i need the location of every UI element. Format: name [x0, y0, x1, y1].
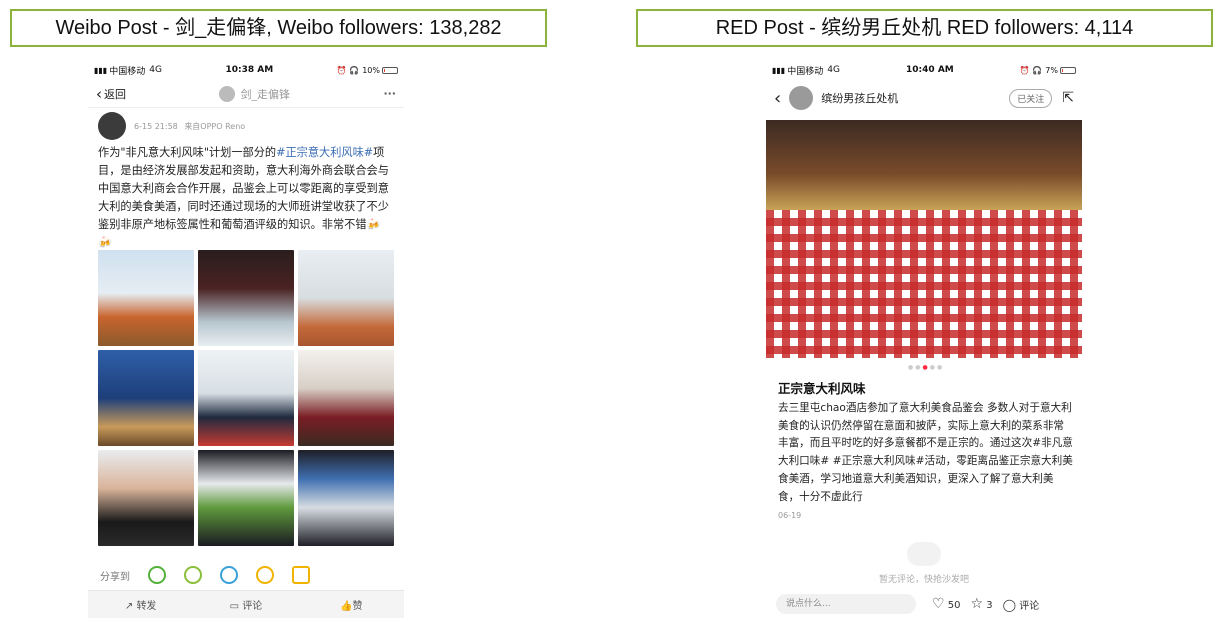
- back-button[interactable]: ‹ 返回: [96, 85, 126, 103]
- checkered-tablecloth: [766, 210, 1082, 358]
- more-button[interactable]: ···: [383, 87, 396, 100]
- comment-label: 评论: [242, 601, 263, 612]
- photo-1[interactable]: [98, 250, 194, 346]
- post-body: 去三里屯chao酒店参加了意大利美食品鉴会 多数人对于意大利美食的认识仍然停留在…: [778, 402, 1073, 503]
- weibo-navbar: ‹ 返回 剑_走偏锋 ···: [88, 80, 404, 108]
- comment-label: 评论: [1019, 600, 1040, 612]
- like-count: 50: [947, 600, 961, 611]
- status-time: 10:38 AM: [225, 65, 274, 75]
- network-label: 4G: [827, 65, 840, 75]
- battery-icon: [382, 66, 398, 74]
- table-scene: [766, 120, 1082, 211]
- hashtag-link[interactable]: #正宗意大利风味#: [276, 146, 373, 159]
- photo-2[interactable]: [198, 250, 294, 346]
- star-icon: ☆: [970, 596, 984, 612]
- weibo-screenshot: ▮▮▮ 中国移动 4G 10:38 AM ⏰ 🎧 10% ‹ 返回 剑_走偏锋 …: [88, 60, 404, 618]
- alarm-icon: ⏰ 🎧: [336, 65, 360, 75]
- like-button[interactable]: 👍赞: [299, 597, 404, 612]
- no-comment-area: 暂无评论，快抢沙发吧: [766, 542, 1082, 585]
- account-avatar[interactable]: [219, 85, 236, 102]
- account-avatar[interactable]: [789, 86, 814, 110]
- star-icon[interactable]: [256, 566, 274, 584]
- chat-bubble-icon: [907, 542, 941, 566]
- qzone-icon[interactable]: [292, 566, 310, 584]
- follow-button[interactable]: 已关注: [1009, 88, 1053, 108]
- signal-icon: ▮▮▮: [94, 65, 108, 75]
- comment-input[interactable]: 说点什么...: [776, 594, 916, 614]
- post-text-part2: 项目，是由经济发展部发起和资助，意大利海外商会联合会与中国意大利商会合作开展，品…: [98, 146, 389, 249]
- photo-grid: [98, 250, 394, 546]
- collect-button[interactable]: ☆ 3: [970, 596, 992, 612]
- weibo-caption: Weibo Post - 剑_走偏锋, Weibo followers: 138…: [10, 9, 547, 47]
- weibo-post-text: 作为"非凡意大利风味"计划一部分的#正宗意大利风味#项目，是由经济发展部发起和资…: [88, 140, 404, 256]
- post-date: 06-19: [778, 511, 802, 520]
- network-label: 4G: [149, 65, 162, 75]
- share-label: 分享到: [100, 571, 130, 583]
- like-button[interactable]: ♡ 50: [932, 596, 960, 612]
- author-avatar[interactable]: [98, 112, 126, 140]
- battery-percent: 10%: [362, 65, 380, 75]
- red-action-bar: 说点什么... ♡ 50 ☆ 3 ◯ 评论: [766, 590, 1082, 618]
- thumb-icon: 👍: [340, 601, 353, 612]
- red-caption: RED Post - 缤纷男丘处机 RED followers: 4,114: [636, 9, 1213, 47]
- repost-label: 转发: [136, 601, 157, 612]
- carrier-label: 中国移动: [109, 66, 146, 77]
- heart-icon: ♡: [932, 596, 945, 612]
- photo-9[interactable]: [298, 450, 394, 546]
- red-screenshot: ▮▮▮ 中国移动 4G 10:40 AM ⏰ 🎧 7% ‹ 缤纷男孩丘处机 已关…: [766, 60, 1082, 618]
- red-status-bar: ▮▮▮ 中国移动 4G 10:40 AM ⏰ 🎧 7%: [766, 60, 1082, 80]
- account-name[interactable]: 剑_走偏锋: [240, 86, 290, 102]
- alarm-icon: ⏰ 🎧: [1019, 65, 1043, 75]
- no-comment-text: 暂无评论，快抢沙发吧: [878, 575, 969, 585]
- carrier-label: 中国移动: [787, 66, 824, 77]
- collect-count: 3: [986, 600, 993, 611]
- red-navbar: ‹ 缤纷男孩丘处机 已关注 ⇱: [766, 80, 1082, 116]
- back-label: 返回: [104, 87, 126, 101]
- carousel-dots: ●●●●●: [908, 364, 945, 371]
- back-chevron-icon: ‹: [96, 84, 102, 103]
- wechat-icon[interactable]: [148, 566, 166, 584]
- status-bar: ▮▮▮ 中国移动 4G 10:38 AM ⏰ 🎧 10%: [88, 60, 404, 80]
- comment-button[interactable]: ◯ 评论: [1003, 597, 1040, 612]
- photo-3[interactable]: [298, 250, 394, 346]
- comment-icon: ◯: [1002, 597, 1017, 612]
- share-row: 分享到: [88, 560, 404, 590]
- share-icon[interactable]: ⇱: [1062, 90, 1074, 106]
- status-time: 10:40 AM: [906, 65, 954, 75]
- weibo-action-bar: ↗ 转发 ▭ 评论 👍赞: [88, 590, 404, 618]
- qq-icon[interactable]: [220, 566, 238, 584]
- comment-button[interactable]: ▭ 评论: [193, 597, 298, 612]
- post-text-part1: 作为"非凡意大利风味"计划一部分的: [98, 146, 277, 159]
- post-date: 6-15 21:58: [134, 121, 178, 131]
- moments-icon[interactable]: [184, 566, 202, 584]
- post-title: 正宗意大利风味: [778, 381, 866, 396]
- like-label: 赞: [352, 601, 363, 612]
- repost-button[interactable]: ↗ 转发: [88, 597, 193, 612]
- repost-icon: ↗: [124, 601, 137, 612]
- back-chevron-icon[interactable]: ‹: [774, 88, 781, 109]
- photo-5[interactable]: [198, 350, 294, 446]
- hero-image[interactable]: [766, 120, 1082, 358]
- post-source: 来自OPPO Reno: [184, 121, 246, 131]
- photo-8[interactable]: [198, 450, 294, 546]
- photo-6[interactable]: [298, 350, 394, 446]
- battery-icon: [1060, 66, 1076, 74]
- account-name[interactable]: 缤纷男孩丘处机: [821, 90, 1009, 106]
- photo-4[interactable]: [98, 350, 194, 446]
- photo-7[interactable]: [98, 450, 194, 546]
- battery-percent: 7%: [1045, 65, 1058, 75]
- signal-icon: ▮▮▮: [772, 65, 786, 75]
- comment-icon: ▭: [229, 601, 243, 612]
